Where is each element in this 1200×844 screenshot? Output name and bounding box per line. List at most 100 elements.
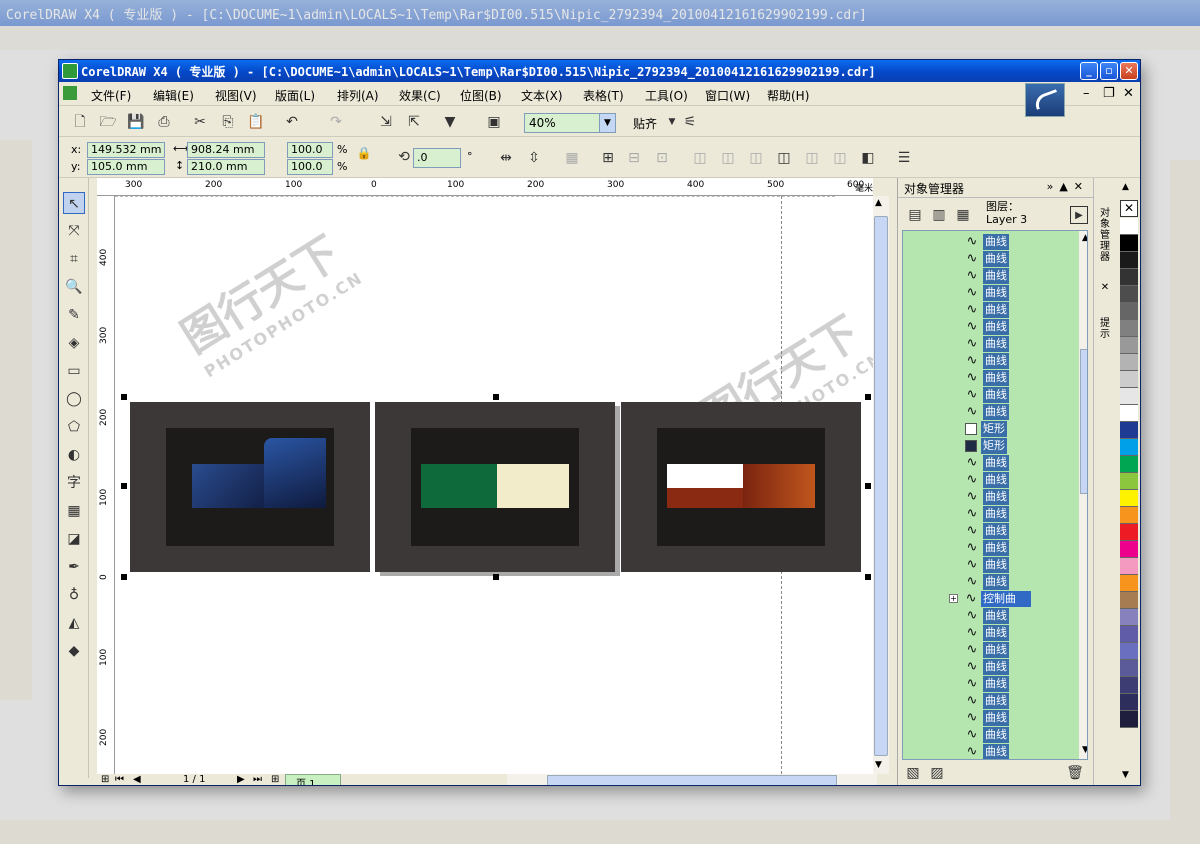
doc-minimize-icon[interactable]: –: [1083, 86, 1090, 101]
menu-layout[interactable]: 版面(L): [275, 87, 315, 104]
selection-handle[interactable]: [121, 394, 127, 400]
doc-close-icon[interactable]: ✕: [1123, 86, 1134, 101]
vertical-ruler[interactable]: 400 300 200 100 0 100 200: [97, 196, 115, 774]
color-swatch[interactable]: [1120, 439, 1138, 456]
color-swatch[interactable]: [1120, 575, 1138, 592]
palette-scroll-up-icon[interactable]: ▲: [1122, 182, 1129, 192]
doc-restore-icon[interactable]: ❐: [1103, 86, 1115, 101]
object-tree-item[interactable]: ∿ 曲线: [965, 726, 1031, 743]
selection-handle[interactable]: [865, 574, 871, 580]
selection-handle[interactable]: [493, 574, 499, 580]
new-icon[interactable]: 🗋: [71, 113, 89, 131]
close-tab-icon[interactable]: ✕: [1097, 282, 1113, 293]
color-swatch[interactable]: [1120, 371, 1138, 388]
paste-icon[interactable]: 📋: [247, 113, 265, 131]
drawing-canvas[interactable]: 图行天下 PHOTOPHOTO.CN 图行天下 PHOTOPHOTO.CN: [115, 196, 873, 774]
color-swatch[interactable]: [1120, 558, 1138, 575]
outline-icon[interactable]: ☰: [895, 149, 913, 167]
palette-scroll-down-icon[interactable]: ▼: [1122, 770, 1129, 780]
color-swatch[interactable]: [1120, 541, 1138, 558]
tab-hints[interactable]: 提示: [1097, 318, 1113, 340]
rotation-field[interactable]: .0: [413, 148, 461, 168]
menu-table[interactable]: 表格(T): [583, 87, 624, 104]
cut-icon[interactable]: ✂: [191, 113, 209, 131]
mirror-horizontal-icon[interactable]: ⇹: [497, 149, 515, 167]
shape-tool-icon[interactable]: ⤧: [63, 220, 85, 242]
minimize-icon[interactable]: _: [1080, 62, 1098, 80]
polygon-tool-icon[interactable]: ⬠: [63, 416, 85, 438]
object-tree-item[interactable]: ∿ 曲线: [965, 233, 1031, 250]
freehand-tool-icon[interactable]: ✎: [63, 304, 85, 326]
scale-x-field[interactable]: 100.0: [287, 142, 333, 158]
object-tree-item[interactable]: ∿ 曲线: [965, 284, 1031, 301]
object-tree-item[interactable]: ∿ 曲线: [965, 488, 1031, 505]
color-swatch[interactable]: [1120, 609, 1138, 626]
color-swatch[interactable]: [1120, 711, 1138, 728]
combine-icon[interactable]: ⊞: [599, 149, 617, 167]
fill-tool-icon[interactable]: ◭: [63, 612, 85, 634]
welcome-screen-icon[interactable]: ▣: [485, 113, 503, 131]
color-swatch[interactable]: [1120, 473, 1138, 490]
selection-handle[interactable]: [865, 394, 871, 400]
color-swatch[interactable]: [1120, 320, 1138, 337]
color-swatch[interactable]: [1120, 694, 1138, 711]
object-tree-item[interactable]: ∿ 曲线: [965, 641, 1031, 658]
intersect-icon[interactable]: ◫: [747, 149, 765, 167]
delete-icon[interactable]: 🗑: [1066, 764, 1084, 782]
scroll-down-icon[interactable]: ▼: [875, 760, 882, 770]
first-page-icon[interactable]: ⏮: [115, 774, 124, 785]
color-swatch[interactable]: [1120, 677, 1138, 694]
card-mockup-2[interactable]: [375, 402, 615, 572]
object-tree-item[interactable]: ∿ 曲线: [965, 675, 1031, 692]
object-tree-item[interactable]: ∿ 曲线: [965, 301, 1031, 318]
docker-controls[interactable]: »▲✕: [1047, 180, 1089, 193]
snap-to-button[interactable]: 贴齐: [633, 115, 657, 132]
object-tree-item[interactable]: ∿ 曲线: [965, 539, 1031, 556]
menu-arrange[interactable]: 排列(A): [337, 87, 379, 104]
object-tree-item[interactable]: ∿ 曲线: [965, 743, 1031, 759]
zoom-level-select[interactable]: 40% ▼: [524, 113, 616, 133]
object-tree-item[interactable]: ∿控制曲线: [965, 590, 1031, 621]
redo-icon[interactable]: ↷: [327, 113, 345, 131]
ungroup-icon[interactable]: ⊡: [653, 149, 671, 167]
horizontal-scrollbar[interactable]: [507, 774, 877, 785]
layer-manager-view-icon[interactable]: ▦: [954, 206, 972, 224]
object-tree-item[interactable]: ∿ 曲线: [965, 607, 1031, 624]
menu-bitmap[interactable]: 位图(B): [460, 87, 502, 104]
options-icon[interactable]: ⚟: [681, 113, 699, 131]
color-swatch[interactable]: [1120, 303, 1138, 320]
selection-handle[interactable]: [493, 394, 499, 400]
print-icon[interactable]: ⎙: [155, 113, 173, 131]
interactive-fill-tool-icon[interactable]: ◆: [63, 640, 85, 662]
color-swatch[interactable]: [1120, 507, 1138, 524]
zoom-tool-icon[interactable]: 🔍: [63, 276, 85, 298]
object-tree-item[interactable]: 矩形: [965, 420, 1031, 437]
selection-handle[interactable]: [121, 483, 127, 489]
object-tree-item[interactable]: ∿ 曲线: [965, 573, 1031, 590]
expand-toggle-icon[interactable]: +: [949, 594, 958, 603]
color-swatch[interactable]: [1120, 218, 1138, 235]
export-icon[interactable]: ⇱: [405, 113, 423, 131]
basic-shapes-tool-icon[interactable]: ◐: [63, 444, 85, 466]
tab-object-manager[interactable]: 对象管理器: [1097, 208, 1113, 263]
new-layer-icon[interactable]: ▧: [904, 764, 922, 782]
save-icon[interactable]: 💾: [127, 113, 145, 131]
object-tree-item[interactable]: ∿ 曲线: [965, 318, 1031, 335]
color-swatch[interactable]: [1120, 422, 1138, 439]
y-position-field[interactable]: 105.0 mm: [87, 159, 165, 175]
group-icon[interactable]: ▦: [563, 149, 581, 167]
object-tree-item[interactable]: ∿ 曲线: [965, 369, 1031, 386]
pick-tool-icon[interactable]: ↖: [63, 192, 85, 214]
ellipse-tool-icon[interactable]: ◯: [63, 388, 85, 410]
object-tree-item[interactable]: ∿ 曲线: [965, 352, 1031, 369]
scroll-thumb[interactable]: [874, 216, 888, 756]
color-swatch[interactable]: [1120, 235, 1138, 252]
tree-scrollbar[interactable]: ▲ ▼: [1079, 231, 1087, 759]
vertical-scrollbar[interactable]: ▲ ▼: [873, 196, 889, 774]
eyedropper-tool-icon[interactable]: ✒: [63, 556, 85, 578]
text-tool-icon[interactable]: 字: [63, 472, 85, 494]
back-minus-front-icon[interactable]: ◫: [831, 149, 849, 167]
object-tree-item[interactable]: 矩形: [965, 437, 1031, 454]
scroll-thumb[interactable]: [547, 775, 837, 785]
color-swatch[interactable]: [1120, 252, 1138, 269]
